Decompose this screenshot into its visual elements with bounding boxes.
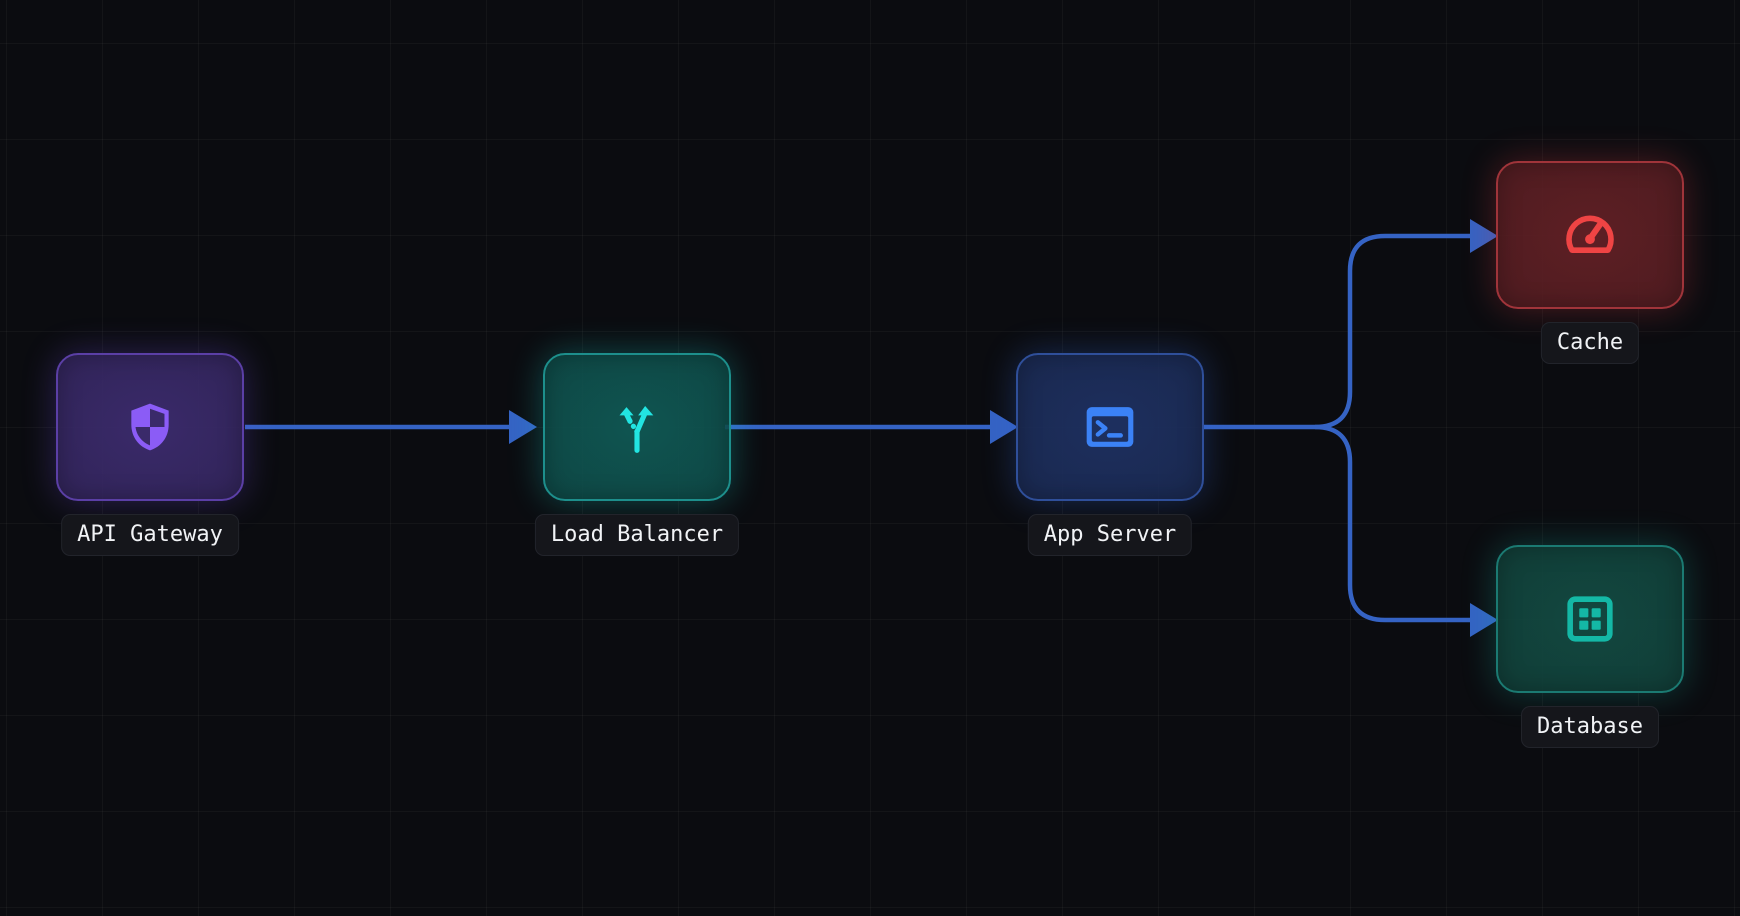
node-label-load-balancer: Load Balancer: [534, 514, 740, 556]
split-arrows-icon: [609, 399, 665, 455]
shield-icon: [122, 399, 178, 455]
node-label-api-gateway: API Gateway: [61, 514, 239, 556]
node-load-balancer[interactable]: [543, 353, 731, 501]
node-label-app-server: App Server: [1027, 514, 1193, 556]
edge-layer: [245, 219, 1498, 637]
arrowhead-app-server: [990, 410, 1018, 444]
edge-app-server-to-cache: [1204, 233, 1475, 430]
node-api-gateway[interactable]: [56, 353, 244, 501]
diagram-canvas: API Gateway Load Balancer App Server Cac…: [0, 0, 1740, 916]
node-database[interactable]: [1496, 545, 1684, 693]
arrowhead-load-balancer: [509, 410, 537, 444]
terminal-icon: [1082, 399, 1138, 455]
grid-icon: [1562, 591, 1618, 647]
arrowhead-cache: [1470, 219, 1498, 253]
arrowhead-database: [1470, 603, 1498, 637]
node-label-database: Database: [1521, 706, 1659, 748]
edge-app-server-to-database: [1314, 424, 1475, 623]
gauge-icon: [1562, 207, 1618, 263]
node-label-cache: Cache: [1540, 322, 1640, 364]
node-app-server[interactable]: [1016, 353, 1204, 501]
node-cache[interactable]: [1496, 161, 1684, 309]
